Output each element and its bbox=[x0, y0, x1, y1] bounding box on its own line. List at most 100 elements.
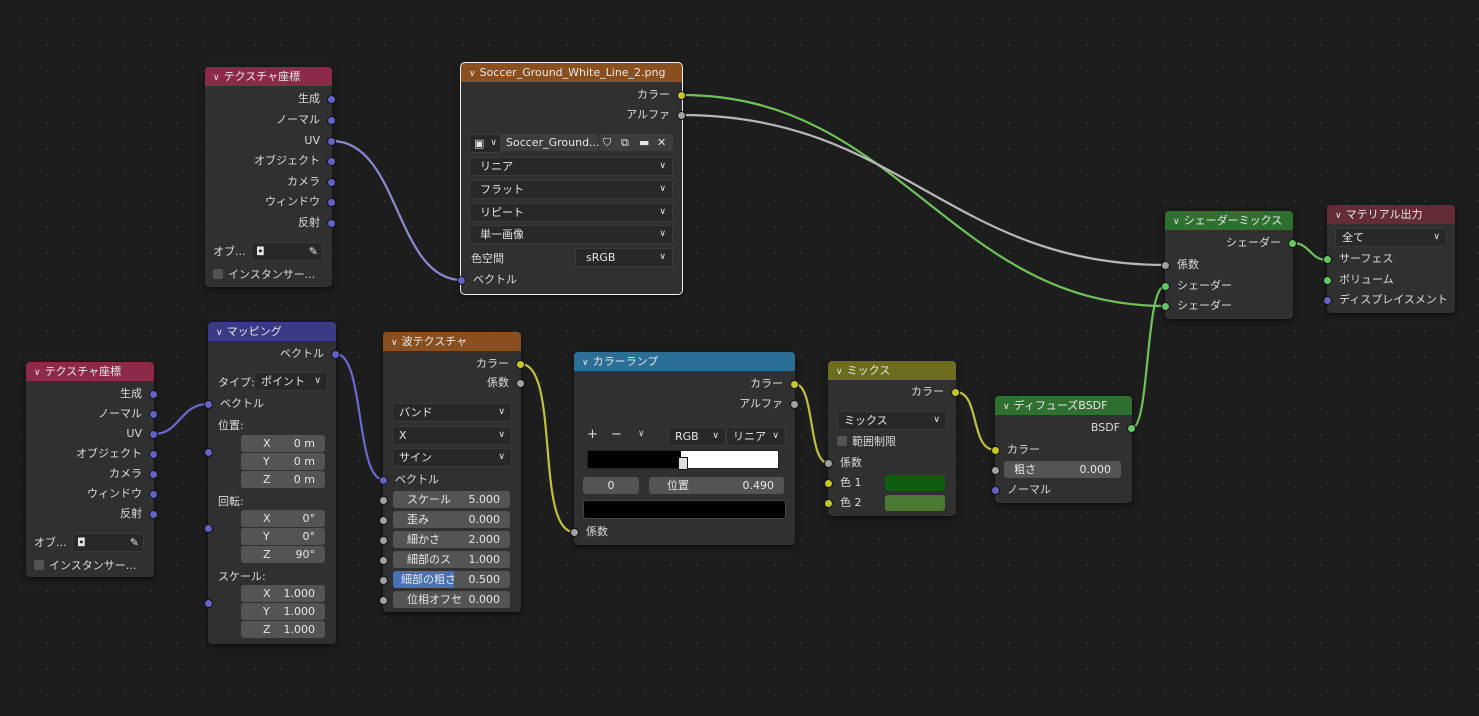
socket-icon[interactable] bbox=[327, 219, 336, 228]
ramp-interp-dropdown[interactable]: リニア ∨ bbox=[726, 427, 786, 446]
detail-roughness-field[interactable]: 細部の粗さ 0.500 bbox=[393, 571, 510, 588]
socket-icon[interactable] bbox=[149, 510, 158, 519]
color-mode-dropdown[interactable]: RGB ∨ bbox=[668, 427, 726, 446]
socket-icon[interactable] bbox=[379, 556, 388, 565]
texture-coordinate-node-2[interactable]: ∨ テクスチャ座標 生成 ノーマル UV オブジェクト カメラ ウィンドウ 反射 … bbox=[26, 362, 158, 577]
source-dropdown[interactable]: 単一画像 ∨ bbox=[469, 225, 673, 244]
socket-icon[interactable] bbox=[379, 516, 388, 525]
socket-icon[interactable] bbox=[379, 576, 388, 585]
material-output-node[interactable]: ∨ マテリアル出力 全て ∨ サーフェス ボリューム ディスプレイスメント bbox=[1323, 205, 1455, 313]
socket-icon[interactable] bbox=[790, 400, 799, 409]
close-icon[interactable]: ✕ bbox=[657, 134, 666, 151]
socket-icon[interactable] bbox=[327, 95, 336, 104]
scale-y[interactable]: Y 1.000 bbox=[241, 603, 325, 620]
socket-icon[interactable] bbox=[824, 479, 833, 488]
socket-icon[interactable] bbox=[204, 599, 213, 608]
image-name-field[interactable]: Soccer_Ground... bbox=[500, 134, 600, 151]
mapping-node[interactable]: ∨ マッピング ベクトル タイプ: ポイント ∨ ベクトル 位置: X0 m Y0 … bbox=[204, 322, 340, 644]
wave-texture-node[interactable]: ∨ 波テクスチャ カラー 係数 バンド ∨ X ∨ サイン ∨ ベクトル スケール 5.0… bbox=[379, 332, 525, 612]
rotation-y[interactable]: Y 0° bbox=[241, 528, 325, 545]
collapse-chevron-icon[interactable]: ∨ bbox=[469, 65, 476, 82]
instancer-checkbox[interactable]: インスタンサー... bbox=[213, 266, 315, 282]
socket-icon[interactable] bbox=[1288, 239, 1297, 248]
rotation-x[interactable]: X 0° bbox=[241, 510, 325, 527]
add-stop-button[interactable]: + bbox=[587, 427, 598, 442]
type-dropdown[interactable]: ポイント ∨ bbox=[254, 372, 328, 391]
socket-icon[interactable] bbox=[379, 496, 388, 505]
node-header[interactable]: ∨ マッピング bbox=[208, 322, 336, 341]
socket-icon[interactable] bbox=[1161, 261, 1170, 270]
collapse-chevron-icon[interactable]: ∨ bbox=[213, 69, 220, 86]
location-y[interactable]: Y0 m bbox=[241, 453, 325, 470]
socket-icon[interactable] bbox=[379, 476, 388, 485]
copy-icon[interactable]: ⧉ bbox=[621, 134, 629, 151]
detail-scale-field[interactable]: 細部のス 1.000 bbox=[393, 551, 510, 568]
scale-field[interactable]: スケール 5.000 bbox=[393, 491, 510, 508]
clamp-checkbox[interactable]: 範囲制限 bbox=[837, 433, 896, 449]
socket-icon[interactable] bbox=[516, 379, 525, 388]
socket-icon[interactable] bbox=[331, 350, 340, 359]
node-header[interactable]: ∨ テクスチャ座標 bbox=[205, 67, 332, 86]
node-header[interactable]: ∨ カラーランプ bbox=[574, 352, 795, 371]
collapse-chevron-icon[interactable]: ∨ bbox=[34, 364, 41, 381]
image-actions[interactable]: ⛉ ⧉ ▬ ✕ bbox=[599, 134, 673, 151]
ramp-menu-chevron-icon[interactable]: ∨ bbox=[638, 429, 645, 439]
extension-dropdown[interactable]: リピート ∨ bbox=[469, 203, 673, 222]
phase-offset-field[interactable]: 位相オフセ 0.000 bbox=[393, 591, 510, 608]
socket-icon[interactable] bbox=[677, 91, 686, 100]
mix-shader-node[interactable]: ∨ シェーダーミックス シェーダー 係数 シェーダー シェーダー bbox=[1161, 211, 1297, 319]
socket-icon[interactable] bbox=[1127, 424, 1136, 433]
socket-icon[interactable] bbox=[991, 466, 1000, 475]
collapse-chevron-icon[interactable]: ∨ bbox=[391, 334, 398, 351]
rotation-z[interactable]: Z 90° bbox=[241, 546, 325, 563]
mix-node[interactable]: ∨ ミックス カラー ミックス ∨ 範囲制限 係数 色 1 色 2 bbox=[824, 361, 960, 516]
socket-icon[interactable] bbox=[149, 410, 158, 419]
socket-icon[interactable] bbox=[457, 276, 466, 285]
socket-icon[interactable] bbox=[790, 380, 799, 389]
location-z[interactable]: Z0 m bbox=[241, 471, 325, 488]
distortion-field[interactable]: 歪み 0.000 bbox=[393, 511, 510, 528]
eyedropper-icon[interactable]: ✎ bbox=[309, 243, 318, 260]
socket-icon[interactable] bbox=[1323, 276, 1332, 285]
detail-field[interactable]: 細かさ 2.000 bbox=[393, 531, 510, 548]
socket-icon[interactable] bbox=[1323, 255, 1332, 264]
socket-icon[interactable] bbox=[677, 111, 686, 120]
color2-swatch[interactable] bbox=[885, 495, 945, 511]
target-dropdown[interactable]: 全て ∨ bbox=[1335, 228, 1447, 247]
object-field[interactable]: ◘ ✎ bbox=[251, 242, 323, 261]
socket-icon[interactable] bbox=[327, 137, 336, 146]
collapse-chevron-icon[interactable]: ∨ bbox=[1173, 213, 1180, 230]
color-ramp-node[interactable]: ∨ カラーランプ カラー アルファ + − ∨ RGB ∨ リニア ∨ 0 位置 0.4… bbox=[570, 352, 799, 545]
socket-icon[interactable] bbox=[824, 459, 833, 468]
socket-icon[interactable] bbox=[991, 486, 1000, 495]
shield-icon[interactable]: ⛉ bbox=[603, 134, 611, 151]
socket-icon[interactable] bbox=[570, 528, 579, 537]
collapse-chevron-icon[interactable]: ∨ bbox=[1003, 398, 1010, 415]
node-header[interactable]: ∨ ディフューズBSDF bbox=[995, 396, 1132, 415]
location-x[interactable]: X0 m bbox=[241, 435, 325, 452]
collapse-chevron-icon[interactable]: ∨ bbox=[836, 363, 843, 380]
interpolation-dropdown[interactable]: リニア ∨ bbox=[469, 157, 673, 176]
node-header[interactable]: ∨ Soccer_Ground_White_Line_2.png bbox=[461, 63, 682, 82]
socket-icon[interactable] bbox=[327, 198, 336, 207]
image-texture-node[interactable]: ∨ Soccer_Ground_White_Line_2.png カラー アルファ… bbox=[457, 62, 686, 295]
socket-icon[interactable] bbox=[824, 499, 833, 508]
socket-icon[interactable] bbox=[1323, 296, 1332, 305]
node-header[interactable]: ∨ マテリアル出力 bbox=[1327, 205, 1455, 224]
socket-icon[interactable] bbox=[327, 178, 336, 187]
node-header[interactable]: ∨ テクスチャ座標 bbox=[26, 362, 154, 381]
socket-icon[interactable] bbox=[149, 390, 158, 399]
colorspace-dropdown[interactable]: sRGB ∨ bbox=[575, 248, 673, 267]
stop-color-swatch[interactable] bbox=[583, 500, 786, 519]
active-stop-index[interactable]: 0 bbox=[583, 477, 639, 494]
socket-icon[interactable] bbox=[204, 524, 213, 533]
collapse-chevron-icon[interactable]: ∨ bbox=[216, 324, 223, 341]
node-header[interactable]: ∨ シェーダーミックス bbox=[1165, 211, 1293, 230]
socket-icon[interactable] bbox=[951, 388, 960, 397]
collapse-chevron-icon[interactable]: ∨ bbox=[1335, 207, 1342, 224]
object-field[interactable]: ◘ ✎ bbox=[72, 533, 144, 552]
socket-icon[interactable] bbox=[1161, 302, 1170, 311]
node-header[interactable]: ∨ 波テクスチャ bbox=[383, 332, 521, 351]
diffuse-bsdf-node[interactable]: ∨ ディフューズBSDF BSDF カラー 粗さ 0.000 ノーマル bbox=[991, 396, 1136, 503]
blend-mode-dropdown[interactable]: ミックス ∨ bbox=[837, 411, 947, 430]
